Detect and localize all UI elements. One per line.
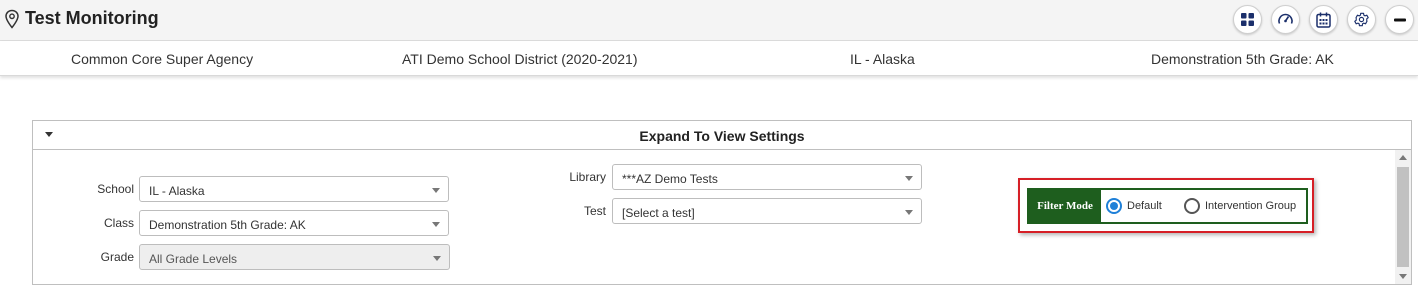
library-select[interactable]: ***AZ Demo Tests bbox=[612, 164, 922, 190]
class-select-value: Demonstration 5th Grade: AK bbox=[149, 218, 306, 232]
library-label: Library bbox=[569, 170, 606, 184]
calendar-icon bbox=[1316, 12, 1331, 28]
context-bar: Common Core Super Agency ATI Demo School… bbox=[0, 41, 1418, 76]
test-select-value: [Select a test] bbox=[622, 206, 695, 220]
radio-intervention-group-label[interactable]: Intervention Group bbox=[1205, 200, 1296, 212]
page-title: Test Monitoring bbox=[25, 8, 159, 28]
dropdown-arrow-icon bbox=[433, 256, 441, 261]
class-select[interactable]: Demonstration 5th Grade: AK bbox=[139, 210, 449, 236]
speedometer-icon bbox=[1278, 13, 1293, 24]
test-label: Test bbox=[583, 204, 606, 218]
school-label: School bbox=[97, 182, 134, 196]
calendar-button[interactable] bbox=[1309, 5, 1338, 34]
radio-intervention-group[interactable] bbox=[1184, 198, 1200, 214]
filter-mode-label: Filter Mode bbox=[1029, 190, 1101, 222]
settings-button[interactable] bbox=[1347, 5, 1376, 34]
map-pin-icon bbox=[5, 9, 19, 29]
agency-name: Common Core Super Agency bbox=[71, 51, 254, 67]
header-actions bbox=[1233, 5, 1414, 34]
school-name: IL - Alaska bbox=[850, 51, 915, 67]
speedometer-button[interactable] bbox=[1271, 5, 1300, 34]
gear-icon bbox=[1354, 12, 1369, 27]
panel-scrollbar[interactable] bbox=[1395, 150, 1411, 284]
school-select-value: IL - Alaska bbox=[149, 184, 205, 198]
filter-mode-group: Filter Mode Default Intervention Group bbox=[1027, 188, 1308, 224]
minimize-button[interactable] bbox=[1385, 5, 1414, 34]
header-bar: Test Monitoring bbox=[0, 0, 1418, 41]
test-select[interactable]: [Select a test] bbox=[612, 198, 922, 224]
settings-panel-title: Expand To View Settings bbox=[639, 128, 805, 144]
scrollbar-thumb[interactable] bbox=[1397, 167, 1409, 267]
district-name: ATI Demo School District (2020-2021) bbox=[402, 51, 638, 67]
dropdown-arrow-icon bbox=[432, 222, 440, 227]
class-name: Demonstration 5th Grade: AK bbox=[1151, 51, 1334, 67]
grade-label: Grade bbox=[100, 250, 134, 264]
dropdown-arrow-icon bbox=[905, 210, 913, 215]
grid-icon bbox=[1241, 13, 1254, 26]
settings-panel-header[interactable]: Expand To View Settings bbox=[33, 121, 1411, 150]
scroll-up-arrow-icon[interactable] bbox=[1399, 155, 1407, 160]
class-label: Class bbox=[103, 216, 134, 230]
school-select[interactable]: IL - Alaska bbox=[139, 176, 449, 202]
grade-select: All Grade Levels bbox=[139, 244, 450, 270]
dropdown-arrow-icon bbox=[432, 188, 440, 193]
library-select-value: ***AZ Demo Tests bbox=[622, 172, 718, 186]
minus-icon bbox=[1393, 18, 1406, 21]
scroll-down-arrow-icon[interactable] bbox=[1399, 274, 1407, 279]
radio-default-label[interactable]: Default bbox=[1127, 200, 1162, 212]
grade-select-value: All Grade Levels bbox=[149, 252, 238, 266]
radio-default[interactable] bbox=[1106, 198, 1122, 214]
dropdown-arrow-icon bbox=[905, 176, 913, 181]
dashboard-grid-button[interactable] bbox=[1233, 5, 1262, 34]
